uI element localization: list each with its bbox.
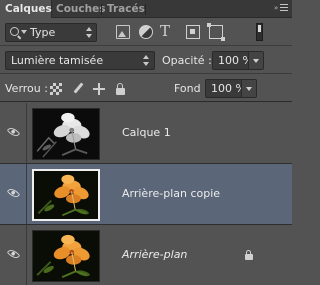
eye-icon[interactable] — [6, 186, 21, 200]
layer-row-selected[interactable]: Arrière-plan copie — [0, 164, 292, 225]
image-filter-icon[interactable] — [116, 25, 130, 39]
layer-thumbnail-image — [33, 231, 99, 281]
visibility-toggle[interactable] — [0, 103, 27, 163]
adjustment-filter-icon[interactable] — [139, 25, 153, 39]
fill-dropdown-button[interactable] — [241, 80, 256, 97]
blend-mode-select[interactable]: Lumière tamisée — [5, 51, 155, 70]
layer-thumbnail-image — [33, 109, 99, 159]
eye-icon[interactable] — [6, 125, 21, 139]
layer-thumbnail[interactable] — [32, 230, 100, 282]
search-icon — [10, 27, 19, 36]
select-stepper-icon — [142, 54, 150, 67]
smart-object-filter-icon[interactable] — [207, 23, 225, 41]
fill-label: Fond : — [174, 82, 208, 95]
layer-thumbnail[interactable] — [32, 108, 100, 160]
visibility-toggle[interactable] — [0, 164, 27, 224]
layer-name[interactable]: Calque 1 — [122, 126, 171, 139]
layer-row[interactable]: Calque 1 — [0, 103, 292, 164]
opacity-dropdown-button[interactable] — [248, 52, 263, 69]
lock-image-pixels-icon[interactable] — [72, 83, 84, 95]
layer-row[interactable]: Arrière-plan — [0, 225, 292, 285]
fill-field[interactable]: 100 % — [205, 79, 257, 98]
layer-thumbnail[interactable] — [32, 169, 100, 221]
blend-opacity-row: Lumière tamisée Opacité : 100 % — [0, 47, 292, 74]
layer-name[interactable]: Arrière-plan — [122, 248, 187, 261]
filter-kind-value: Type — [30, 26, 56, 39]
eye-icon[interactable] — [6, 247, 21, 261]
layer-thumbnail-image — [34, 171, 98, 219]
layer-filter-row: Type T — [0, 19, 292, 46]
lock-icon — [244, 250, 254, 261]
type-filter-icon[interactable]: T — [160, 23, 174, 39]
shape-filter-icon[interactable] — [186, 25, 200, 39]
collapse-arrows-icon[interactable]: » — [274, 5, 278, 12]
lock-label: Verrou : — [5, 82, 48, 95]
panel-menu-button[interactable]: » — [274, 3, 288, 14]
filter-toggle-switch[interactable] — [256, 23, 263, 41]
tab-paths[interactable]: Tracés — [107, 0, 145, 18]
panel-tab-bar: Calques Couches Tracés » — [0, 0, 292, 18]
layers-list: Calque 1 Arrière-plan copie Arrière-plan — [0, 103, 292, 285]
tab-separator — [101, 4, 102, 15]
opacity-label: Opacité : — [162, 54, 212, 67]
panel-menu-icon[interactable] — [280, 4, 288, 13]
layer-name[interactable]: Arrière-plan copie — [122, 187, 220, 200]
tab-layers[interactable]: Calques — [0, 0, 52, 18]
select-stepper-icon — [85, 26, 93, 39]
caret-down-icon — [21, 30, 27, 34]
lock-fill-row: Verrou : Fond : 100 % — [0, 75, 292, 102]
opacity-field[interactable]: 100 % — [212, 51, 264, 70]
lock-all-icon[interactable] — [114, 83, 126, 95]
filter-kind-select[interactable]: Type — [5, 23, 97, 42]
visibility-toggle[interactable] — [0, 225, 27, 285]
lock-position-icon[interactable] — [93, 83, 105, 95]
lock-transparent-pixels-icon[interactable] — [50, 83, 62, 95]
tab-separator — [145, 4, 146, 15]
blend-mode-value: Lumière tamisée — [11, 54, 104, 67]
tab-channels[interactable]: Couches — [56, 0, 105, 18]
